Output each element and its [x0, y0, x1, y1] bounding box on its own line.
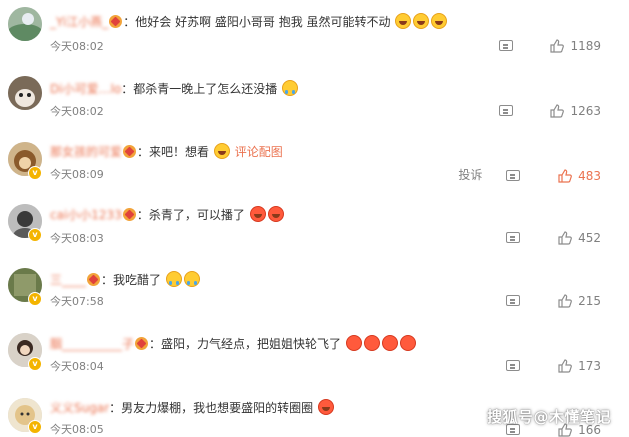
thumbs-up-icon: [550, 103, 565, 118]
comment-text: 杀青了，可以播了: [148, 208, 245, 222]
vip-icon: [109, 15, 123, 28]
like-count: 483: [578, 168, 601, 183]
like-count: 452: [578, 230, 601, 245]
verified-badge-icon: v: [28, 357, 42, 371]
reply-icon[interactable]: [498, 105, 513, 116]
verified-badge-icon: v: [28, 292, 42, 306]
report-button[interactable]: 投诉: [458, 166, 482, 183]
username[interactable]: Di小可爱…lo: [50, 80, 121, 97]
view-comment-image-link[interactable]: 评论配图: [235, 145, 283, 159]
cry-emoji-icon: [165, 271, 182, 287]
like-button[interactable]: 173: [558, 359, 601, 373]
watermark: 搜狐号@木懂笔记: [487, 408, 612, 426]
vip-icon: [123, 145, 137, 158]
comment-text: 都杀青一晚上了怎么还没播: [133, 82, 278, 96]
timestamp: 今天08:02: [50, 105, 104, 118]
vip-icon: [122, 208, 136, 221]
thumbs-up-icon: [550, 38, 565, 53]
username[interactable]: 胭__________子: [50, 335, 134, 352]
timestamp: 今天08:09: [50, 168, 104, 181]
thumbs-up-icon: [558, 168, 572, 183]
grin-emoji-icon: [213, 143, 230, 159]
username[interactable]: _Yi江小燕_: [50, 13, 108, 30]
vip-icon: [135, 337, 149, 350]
username[interactable]: 那女孩的可爱: [50, 143, 122, 160]
timestamp: 今天08:04: [50, 360, 104, 373]
avatar[interactable]: [8, 7, 42, 41]
comment-text: 盛阳，力气经点，把姐姐快轮飞了: [161, 337, 342, 351]
like-button[interactable]: 1189: [550, 39, 601, 53]
thumbs-up-icon: [558, 230, 572, 245]
heart-eyes-emoji-icon: [399, 335, 416, 351]
reply-icon[interactable]: [506, 295, 521, 306]
laugh-emoji-icon: [413, 13, 430, 29]
reply-icon[interactable]: [506, 360, 521, 371]
thumbs-up-icon: [558, 358, 572, 373]
username[interactable]: cai小小1233: [50, 206, 122, 223]
thumbs-up-icon: [558, 293, 572, 308]
comment-text: 他好会 好苏啊 盛阳小哥哥 抱我 虽然可能转不动: [135, 15, 391, 29]
comment-text: 我吃醋了: [113, 273, 162, 287]
laugh-emoji-icon: [249, 206, 266, 222]
like-count: 215: [578, 293, 601, 308]
laugh-emoji-icon: [267, 206, 284, 222]
like-button[interactable]: 215: [558, 294, 601, 308]
like-button[interactable]: 483: [558, 169, 601, 183]
like-button[interactable]: 452: [558, 231, 601, 245]
timestamp: 今天07:58: [50, 295, 104, 308]
cry-emoji-icon: [183, 271, 200, 287]
heart-eyes-emoji-icon: [363, 335, 380, 351]
vip-icon: [87, 273, 101, 286]
verified-badge-icon: v: [28, 228, 42, 242]
laugh-emoji-icon: [431, 13, 448, 29]
username[interactable]: 三____: [50, 271, 86, 288]
timestamp: 今天08:05: [50, 423, 104, 436]
verified-badge-icon: v: [28, 166, 42, 180]
like-count: 1263: [570, 103, 601, 118]
like-count: 1189: [570, 38, 601, 53]
laugh-emoji-icon: [318, 399, 334, 415]
reply-icon[interactable]: [506, 232, 521, 243]
verified-badge-icon: v: [28, 420, 42, 434]
avatar[interactable]: [8, 76, 42, 110]
heart-eyes-emoji-icon: [345, 335, 362, 351]
reply-icon[interactable]: [498, 40, 513, 51]
comment-text: 来吧！想看: [149, 145, 210, 159]
like-count: 173: [578, 358, 601, 373]
like-button[interactable]: 1263: [550, 104, 601, 118]
reply-icon[interactable]: [506, 170, 521, 181]
timestamp: 今天08:02: [50, 40, 104, 53]
username[interactable]: 义义Sugar: [50, 399, 109, 416]
laugh-emoji-icon: [395, 13, 412, 29]
comment-text: 男友力爆棚，我也想要盛阳的转圈圈: [121, 401, 314, 415]
heart-eyes-emoji-icon: [381, 335, 398, 351]
cry-emoji-icon: [282, 80, 299, 96]
timestamp: 今天08:03: [50, 232, 104, 245]
